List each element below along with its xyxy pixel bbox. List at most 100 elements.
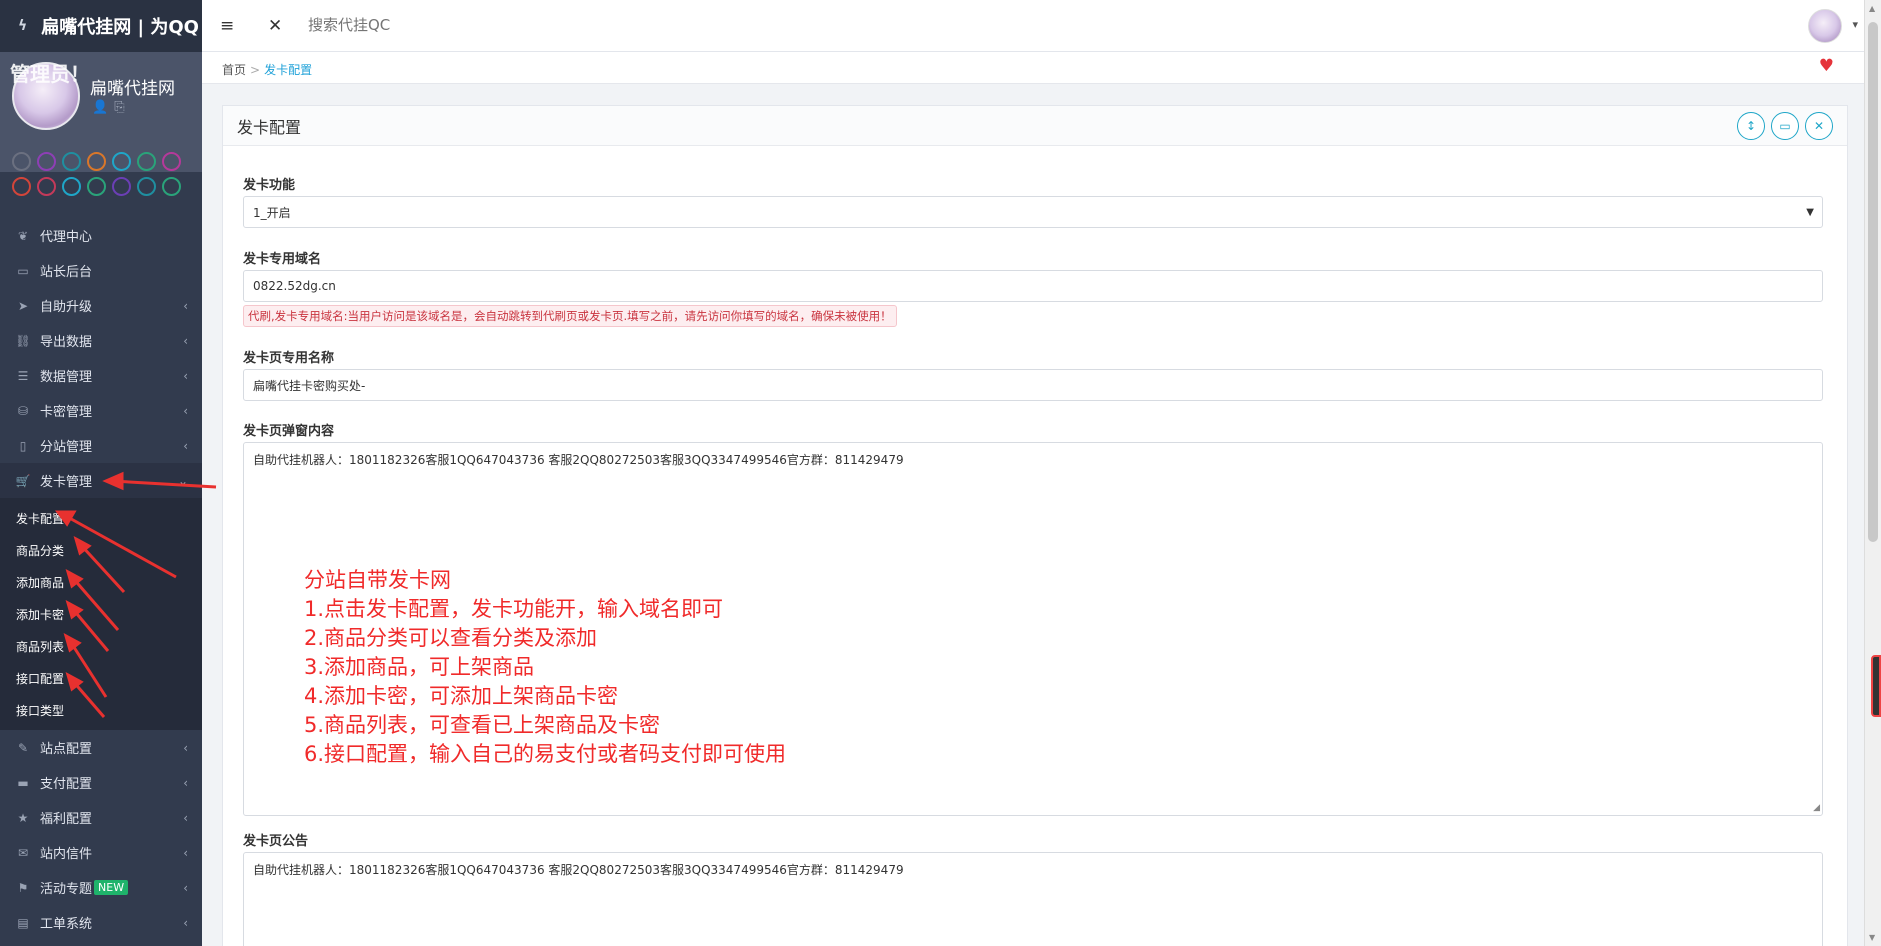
profile-name: 扁嘴代挂网 (90, 79, 175, 99)
submenu-item[interactable]: 接口配置 (0, 662, 202, 694)
sidebar-item[interactable]: ⛓ 导出数据 ‹ (0, 323, 202, 358)
cart-icon: 🛒 (15, 473, 31, 488)
panel-tools: ↕ ▭ ✕ (1737, 112, 1833, 140)
sidebar-item[interactable]: ▯ 分站管理 ‹ (0, 428, 202, 463)
scroll-up-icon[interactable]: ▲ (1869, 4, 1875, 13)
submenu-item[interactable]: 添加商品 (0, 566, 202, 598)
submenu-item[interactable]: 发卡配置 (0, 502, 202, 534)
submenu-item[interactable]: 商品列表 (0, 630, 202, 662)
function-label: 发卡功能 (243, 178, 296, 193)
chevron-left-icon: ‹ (183, 845, 188, 860)
theme-swatch[interactable] (37, 152, 56, 171)
sidebar-item[interactable]: ▭ 站长后台 (0, 253, 202, 288)
sidebar-item[interactable]: ✉ 站内信件 ‹ (0, 835, 202, 870)
close-icon: ✕ (1813, 119, 1825, 133)
chevron-left-icon: ‹ (183, 298, 188, 313)
collapse-button[interactable]: ↕ (1737, 112, 1765, 140)
menu-icon[interactable]: ≡ (220, 16, 234, 36)
scroll-down-icon[interactable]: ▼ (1869, 933, 1875, 942)
submenu-item[interactable]: 商品分类 (0, 534, 202, 566)
annotation-line: 分站自带发卡网 (304, 568, 451, 592)
logout-icon[interactable]: ⎘ (114, 100, 130, 115)
brand-bar[interactable]: ϟ 扁嘴代挂网 | 为QQ (0, 0, 202, 52)
heart-icon[interactable]: ♥ (1819, 56, 1834, 76)
submenu-item[interactable]: 添加卡密 (0, 598, 202, 630)
theme-swatch[interactable] (12, 152, 31, 171)
profile-overlay-text: 管理员！ (10, 62, 90, 86)
card-config-panel: 发卡配置 ↕ ▭ ✕ 发卡功能 1_开启 ▼ 发卡专用域名 0822.52dg.… (222, 105, 1848, 946)
new-badge: NEW (94, 880, 129, 895)
chevron-left-icon: ‹ (183, 438, 188, 453)
search-input[interactable] (308, 16, 608, 34)
sidebar-item-label: 活动专题 (40, 882, 93, 897)
fullscreen-button[interactable]: ▭ (1771, 112, 1799, 140)
function-select[interactable]: 1_开启 ▼ (243, 196, 1823, 228)
chevron-left-icon: ‹ (183, 403, 188, 418)
domain-hint: 代刷,发卡专用域名:当用户访问是该域名是，会自动跳转到代刷页或发卡页.填写之前，… (243, 305, 897, 327)
chevron-down-icon[interactable]: ▾ (1852, 18, 1858, 31)
resize-grip-icon[interactable]: ◢ (1813, 803, 1820, 813)
domain-input[interactable]: 0822.52dg.cn (243, 270, 1823, 302)
sidebar-item[interactable]: 🛒 发卡管理 ⌄ (0, 463, 202, 498)
chevron-left-icon: ‹ (183, 740, 188, 755)
theme-swatch[interactable] (87, 177, 106, 196)
header-avatar[interactable] (1808, 9, 1842, 43)
breadcrumb-bar: 首页 > 发卡配置 ♥ (202, 52, 1864, 84)
breadcrumb-home[interactable]: 首页 (222, 63, 246, 77)
sidebar-item-label: 福利配置 (40, 812, 93, 827)
theme-swatch[interactable] (37, 177, 56, 196)
sidebar-item-label: 发卡管理 (40, 475, 93, 490)
theme-swatch[interactable] (87, 152, 106, 171)
page-name-input[interactable]: 扁嘴代挂卡密购买处- (243, 369, 1823, 401)
sidebar-item[interactable]: ➤ 自助升级 ‹ (0, 288, 202, 323)
edit-icon: ✎ (17, 740, 29, 755)
theme-swatch[interactable] (62, 177, 81, 196)
notice-textarea[interactable]: 自助代挂机器人：1801182326客服1QQ647043736 客服2QQ80… (243, 852, 1823, 946)
theme-swatch[interactable] (162, 152, 181, 171)
top-header: ≡ ✕ ▾ (202, 0, 1864, 52)
chevron-left-icon: ‹ (183, 333, 188, 348)
arrows-vertical-icon: ↕ (1745, 119, 1757, 133)
sidebar-item-label: 自助升级 (40, 300, 93, 315)
sidebar-item[interactable]: ⚑ 活动专题 NEW ‹ (0, 870, 202, 905)
popup-textarea-value: 自助代挂机器人：1801182326客服1QQ647043736 客服2QQ80… (253, 453, 904, 467)
user-icon[interactable]: 👤 (92, 100, 114, 115)
page-name-input-value: 扁嘴代挂卡密购买处- (253, 378, 366, 393)
sidebar-item-label: 工单系统 (40, 917, 93, 932)
submenu-item[interactable]: 接口类型 (0, 694, 202, 726)
theme-swatch[interactable] (162, 177, 181, 196)
brand-title: 扁嘴代挂网 | 为QQ (41, 17, 199, 38)
share-icon: ⛓ (15, 333, 31, 348)
theme-swatch[interactable] (62, 152, 81, 171)
tools-icon[interactable]: ✕ (268, 16, 282, 36)
theme-swatches (12, 152, 192, 202)
sidebar-item[interactable]: ⛁ 卡密管理 ‹ (0, 393, 202, 428)
scroll-thumb[interactable] (1868, 22, 1878, 542)
theme-swatch[interactable] (112, 177, 131, 196)
theme-swatch[interactable] (137, 177, 156, 196)
sidebar-item[interactable]: ▤ 工单系统 ‹ (0, 905, 202, 940)
annotation-line: 2.商品分类可以查看分类及添加 (304, 626, 598, 650)
theme-swatch[interactable] (137, 152, 156, 171)
breadcrumb-current[interactable]: 发卡配置 (264, 63, 312, 77)
domain-input-value: 0822.52dg.cn (253, 279, 336, 293)
floating-side-tab[interactable] (1871, 655, 1881, 717)
caret-down-icon: ▼ (1806, 206, 1814, 218)
popup-label: 发卡页弹窗内容 (243, 424, 335, 439)
laptop-icon: ▭ (17, 263, 29, 278)
theme-swatch[interactable] (12, 177, 31, 196)
close-button[interactable]: ✕ (1805, 112, 1833, 140)
chevron-left-icon: ‹ (183, 368, 188, 383)
sidebar-item[interactable]: ☰ 数据管理 ‹ (0, 358, 202, 393)
sidebar-item[interactable]: ★ 福利配置 ‹ (0, 800, 202, 835)
sidebar-submenu: 发卡配置 商品分类 添加商品 添加卡密 商品列表 接口配置 接口类型 (0, 498, 202, 730)
sidebar-item[interactable]: ▬ 支付配置 ‹ (0, 765, 202, 800)
theme-swatch[interactable] (112, 152, 131, 171)
sidebar-item[interactable]: ✎ 站点配置 ‹ (0, 730, 202, 765)
annotation-text: 分站自带发卡网 1.点击发卡配置，发卡功能开，输入域名即可 2.商品分类可以查看分类… (304, 566, 786, 769)
file-icon: ▤ (17, 915, 29, 930)
notice-textarea-value: 自助代挂机器人：1801182326客服1QQ647043736 客服2QQ80… (253, 863, 904, 877)
sidebar-item[interactable]: ❦ 代理中心 (0, 218, 202, 253)
page-scrollbar[interactable]: ▲ ▼ (1864, 0, 1881, 946)
leaf-icon: ❦ (17, 228, 29, 243)
